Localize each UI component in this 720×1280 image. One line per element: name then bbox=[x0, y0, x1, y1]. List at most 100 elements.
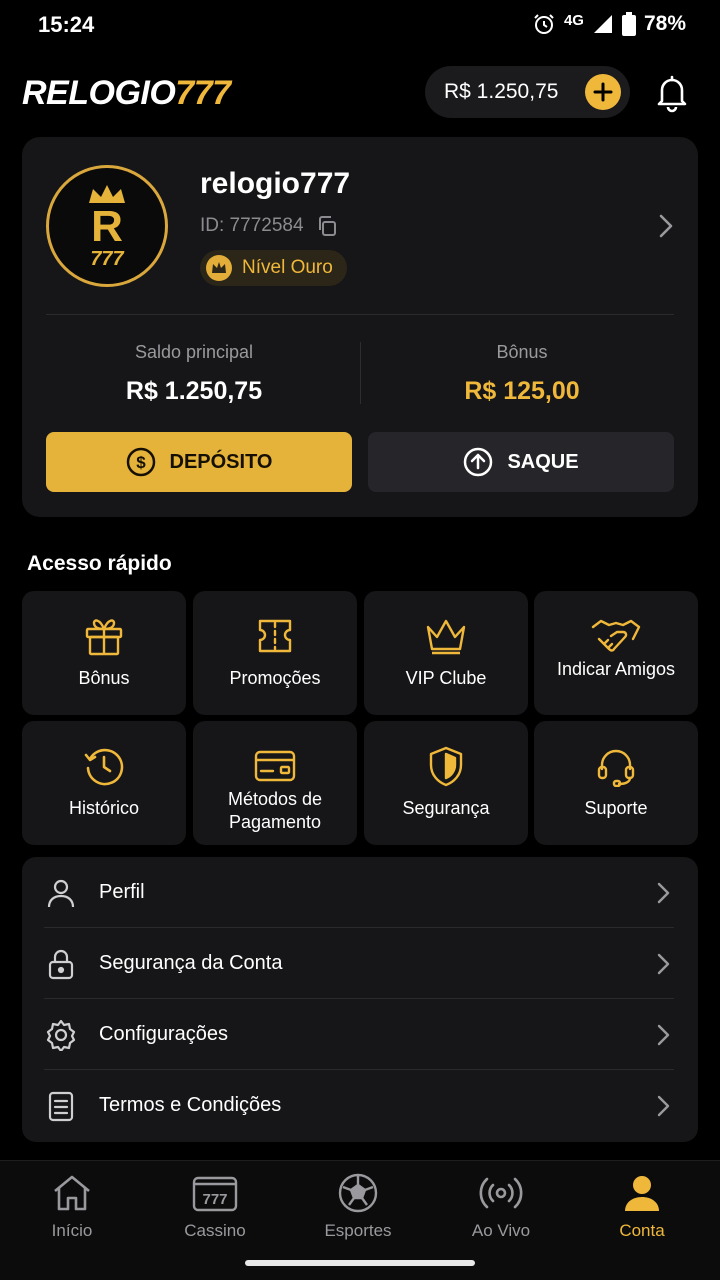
user-id-row: ID: 7772584 bbox=[200, 215, 338, 237]
bonus-balance-label: Bônus bbox=[496, 342, 548, 362]
withdraw-button[interactable]: SAQUE bbox=[368, 432, 674, 492]
avatar[interactable]: R 777 bbox=[46, 165, 168, 287]
tile-label: Histórico bbox=[68, 798, 139, 818]
quick-access-title: Acesso rápido bbox=[27, 552, 172, 575]
tile-promotions[interactable]: Promoções bbox=[193, 591, 357, 715]
chevron-right-icon bbox=[656, 1023, 670, 1047]
shield-icon bbox=[364, 745, 528, 787]
tile-label: Indicar Amigos bbox=[556, 659, 676, 679]
main-balance: Saldo principal R$ 1.250,75 bbox=[44, 342, 344, 406]
tile-label: Promoções bbox=[229, 668, 321, 688]
status-time: 15:24 bbox=[38, 12, 95, 37]
main-balance-label: Saldo principal bbox=[134, 342, 254, 362]
nav-label: Cassino bbox=[184, 1221, 246, 1240]
bonus-balance: Bônus R$ 125,00 bbox=[372, 342, 672, 406]
menu-item-label: Perfil bbox=[99, 881, 145, 903]
balance-separator bbox=[360, 342, 361, 404]
level-crown-icon bbox=[206, 255, 232, 281]
signal-icon bbox=[592, 13, 614, 35]
tile-payment-methods[interactable]: Métodos de Pagamento bbox=[193, 721, 357, 845]
bonus-balance-value: R$ 125,00 bbox=[464, 377, 580, 405]
chevron-right-icon bbox=[656, 1094, 670, 1118]
level-label: Nível Ouro bbox=[242, 257, 333, 278]
lock-icon bbox=[45, 948, 77, 980]
crown-icon bbox=[364, 615, 528, 657]
menu-item-account-security[interactable]: Segurança da Conta bbox=[22, 928, 698, 999]
tile-security[interactable]: Segurança bbox=[364, 721, 528, 845]
battery-icon bbox=[621, 12, 636, 36]
tile-vip-club[interactable]: VIP Clube bbox=[364, 591, 528, 715]
gift-icon bbox=[22, 615, 186, 657]
chevron-right-icon bbox=[656, 881, 670, 905]
upload-icon bbox=[464, 447, 493, 477]
nav-sports[interactable]: Esportes bbox=[293, 1171, 423, 1251]
tile-label: Métodos de Pagamento bbox=[227, 789, 323, 832]
history-icon bbox=[22, 745, 186, 787]
home-icon bbox=[7, 1171, 137, 1215]
avatar-letter: R bbox=[91, 202, 123, 251]
nav-account[interactable]: Conta bbox=[577, 1171, 707, 1251]
avatar-number: 777 bbox=[90, 248, 124, 270]
nav-label: Esportes bbox=[324, 1221, 392, 1240]
copy-icon[interactable] bbox=[316, 215, 338, 237]
menu-item-settings[interactable]: Configurações bbox=[22, 999, 698, 1070]
handshake-icon bbox=[534, 615, 698, 657]
tile-support[interactable]: Suporte bbox=[534, 721, 698, 845]
status-icons: 4G 78% bbox=[532, 12, 686, 36]
live-icon bbox=[436, 1171, 566, 1215]
tile-history[interactable]: Histórico bbox=[22, 721, 186, 845]
card-divider bbox=[46, 314, 674, 315]
nav-label: Ao Vivo bbox=[471, 1221, 531, 1240]
main-balance-value: R$ 1.250,75 bbox=[125, 377, 263, 405]
menu-item-label: Termos e Condições bbox=[99, 1094, 282, 1116]
alarm-icon bbox=[532, 12, 556, 36]
card-icon bbox=[193, 745, 357, 787]
headset-icon bbox=[534, 745, 698, 787]
header-balance[interactable]: R$ 1.250,75 bbox=[425, 66, 630, 118]
nav-live[interactable]: Ao Vivo bbox=[436, 1171, 566, 1251]
notifications-button[interactable] bbox=[654, 73, 690, 113]
account-menu: Perfil Segurança da Conta Configurações … bbox=[22, 857, 698, 1142]
tile-label: Segurança bbox=[402, 798, 490, 818]
menu-item-terms[interactable]: Termos e Condições bbox=[22, 1070, 698, 1141]
svg-text:777: 777 bbox=[202, 1191, 227, 1208]
menu-item-label: Segurança da Conta bbox=[99, 952, 283, 974]
tile-bonus[interactable]: Bônus bbox=[22, 591, 186, 715]
plus-icon bbox=[593, 82, 613, 102]
account-icon bbox=[577, 1171, 707, 1215]
tile-refer-friends[interactable]: Indicar Amigos bbox=[534, 591, 698, 715]
user-id: ID: 7772584 bbox=[200, 215, 304, 236]
app-logo[interactable]: RELOGIO777 bbox=[22, 74, 231, 113]
nav-label: Conta bbox=[619, 1221, 665, 1240]
svg-text:$: $ bbox=[136, 453, 146, 472]
logo-number: 777 bbox=[175, 74, 231, 112]
gear-icon bbox=[45, 1019, 77, 1051]
menu-item-label: Configurações bbox=[99, 1023, 228, 1045]
dollar-coin-icon: $ bbox=[126, 447, 155, 477]
profile-chevron-icon[interactable] bbox=[658, 213, 674, 239]
crown-icon bbox=[89, 185, 125, 203]
profile-card: R 777 relogio777 ID: 7772584 Nível Ouro … bbox=[22, 137, 698, 517]
menu-item-profile[interactable]: Perfil bbox=[22, 857, 698, 928]
slot-icon: 777 bbox=[150, 1171, 280, 1215]
ticket-icon bbox=[193, 615, 357, 657]
level-badge: Nível Ouro bbox=[200, 250, 347, 286]
battery-level: 78% bbox=[643, 12, 686, 35]
add-funds-button[interactable] bbox=[585, 74, 621, 110]
tile-label: Bônus bbox=[78, 668, 130, 688]
user-icon bbox=[45, 877, 77, 909]
bell-icon bbox=[657, 75, 687, 113]
username: relogio777 bbox=[200, 167, 351, 200]
home-indicator bbox=[245, 1260, 475, 1266]
tile-label: VIP Clube bbox=[405, 668, 487, 688]
chevron-right-icon bbox=[656, 952, 670, 976]
nav-home[interactable]: Início bbox=[7, 1171, 137, 1251]
soccer-ball-icon bbox=[293, 1171, 423, 1215]
deposit-label: DEPÓSITO bbox=[169, 450, 273, 473]
app-header: RELOGIO777 R$ 1.250,75 bbox=[0, 64, 720, 120]
deposit-button[interactable]: $ DEPÓSITO bbox=[46, 432, 352, 492]
withdraw-label: SAQUE bbox=[507, 450, 579, 473]
network-type: 4G bbox=[563, 11, 584, 29]
nav-casino[interactable]: 777 Cassino bbox=[150, 1171, 280, 1251]
logo-text: RELOGIO bbox=[22, 74, 176, 112]
